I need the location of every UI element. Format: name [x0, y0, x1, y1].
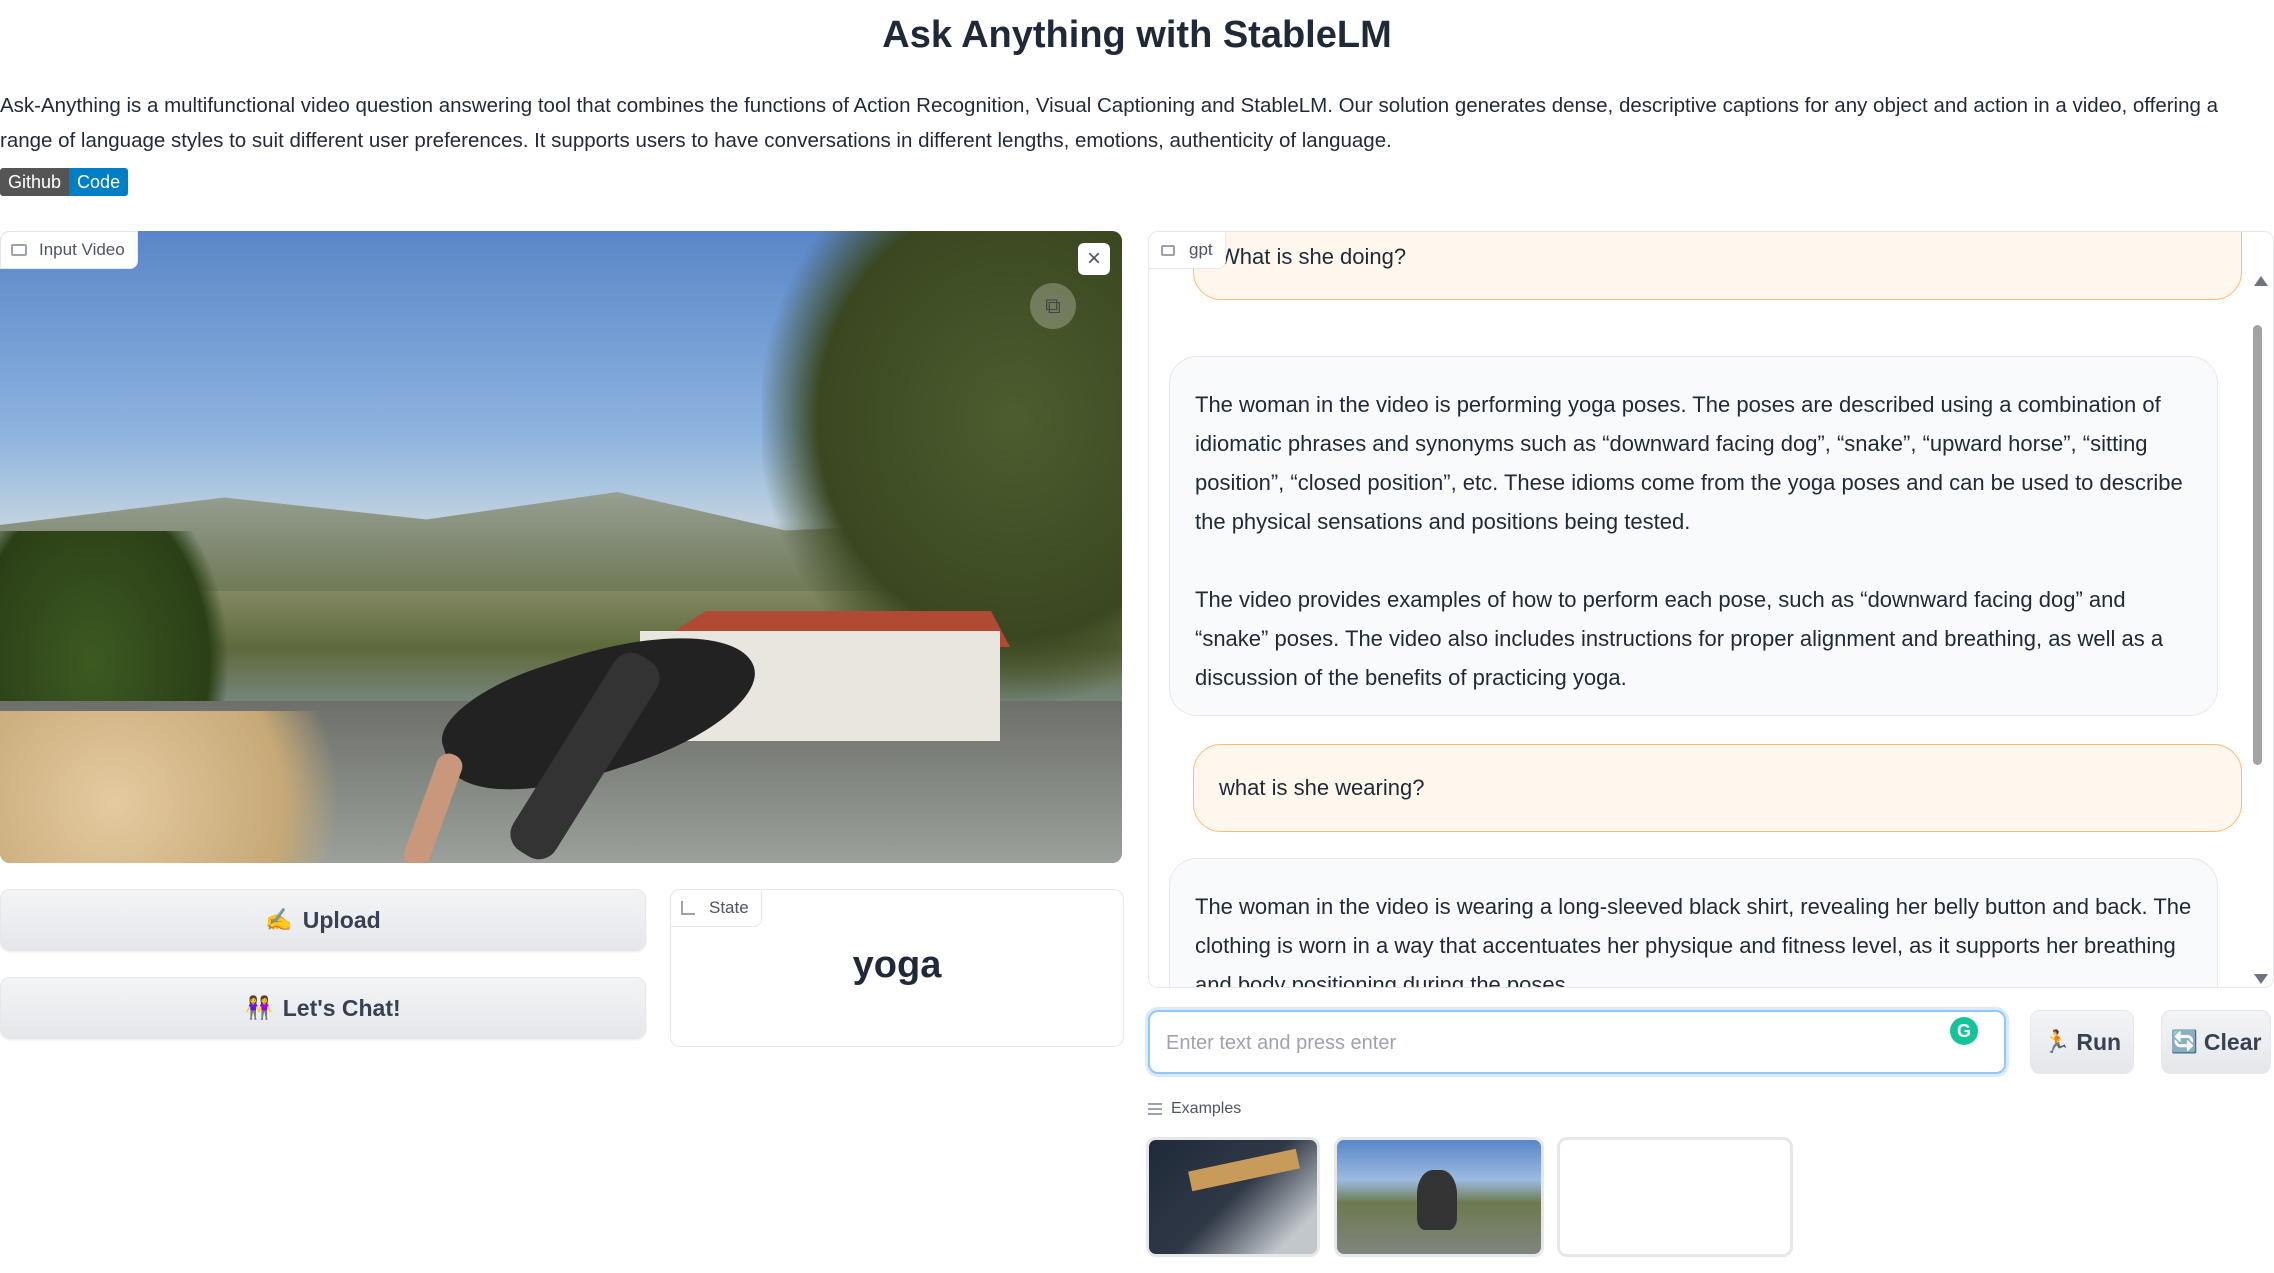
examples-label-text: Examples: [1171, 1100, 1242, 1117]
input-video-label-text: Input Video: [39, 240, 125, 259]
chat-input[interactable]: [1164, 1012, 1928, 1074]
upload-button-label: Upload: [302, 906, 381, 933]
chatbot-label: gpt: [1149, 232, 1226, 269]
chat-scrollbar[interactable]: [2253, 325, 2262, 765]
lets-chat-button[interactable]: 👭 Let's Chat!: [0, 977, 646, 1039]
video-camera-icon: [11, 244, 27, 256]
chat-icon: [1161, 244, 1175, 256]
picture-in-picture-icon[interactable]: ⧉: [1030, 283, 1076, 329]
list-icon: [1148, 1103, 1162, 1115]
chat-message-user: What is she doing?: [1193, 232, 2242, 300]
chatbot-panel[interactable]: gpt What is she doing? The woman in the …: [1148, 231, 2274, 988]
chat-message-text: The woman in the video is performing yog…: [1195, 392, 2183, 534]
clear-button[interactable]: 🔄 Clear: [2161, 1010, 2271, 1074]
example-thumbnail-empty[interactable]: [1557, 1137, 1793, 1257]
chat-input-box[interactable]: [1148, 1010, 2006, 1074]
chat-message-bot: The woman in the video is wearing a long…: [1169, 858, 2218, 988]
run-button[interactable]: 🏃 Run: [2030, 1010, 2134, 1074]
lets-chat-button-label: Let's Chat!: [282, 994, 401, 1021]
clear-button-label: Clear: [2203, 1028, 2262, 1055]
badge-left: Github: [0, 168, 70, 196]
run-button-label: Run: [2076, 1028, 2122, 1055]
state-label: State: [671, 890, 762, 927]
refresh-icon: 🔄: [2170, 1029, 2198, 1054]
state-box: State yoga: [670, 889, 1124, 1047]
chat-message-user: what is she wearing?: [1193, 744, 2242, 832]
writing-hand-icon: ✍️: [265, 907, 293, 932]
state-value: yoga: [852, 944, 942, 986]
grammarly-icon[interactable]: G: [1950, 1017, 1978, 1045]
runner-icon: 🏃: [2042, 1029, 2071, 1054]
page-title: Ask Anything with StableLM: [882, 14, 1392, 56]
scroll-down-arrow-icon[interactable]: [2254, 974, 2268, 984]
github-code-badge[interactable]: Github Code: [0, 168, 129, 196]
chatbot-label-text: gpt: [1189, 240, 1213, 259]
chat-message-text: The woman in the video is wearing a long…: [1195, 894, 2192, 988]
upload-button[interactable]: ✍️ Upload: [0, 889, 646, 951]
input-video-player[interactable]: [0, 231, 1122, 863]
input-video-label: Input Video: [0, 231, 138, 269]
chat-message-text: The video provides examples of how to pe…: [1195, 587, 2164, 690]
examples-label: Examples: [1148, 1100, 1241, 1118]
people-icon: 👭: [245, 995, 273, 1020]
chat-message-text: what is she wearing?: [1219, 775, 1425, 800]
example-thumbnail-yoga[interactable]: [1334, 1137, 1544, 1257]
close-icon[interactable]: ×: [1078, 243, 1110, 275]
scroll-up-arrow-icon[interactable]: [2254, 276, 2268, 286]
chart-icon: [681, 901, 695, 915]
chat-message-bot: The woman in the video is performing yog…: [1169, 356, 2218, 716]
badge-right: Code: [69, 168, 129, 196]
video-scene-roof-tiles: [0, 711, 380, 863]
example-thumbnail-guitar[interactable]: [1146, 1137, 1320, 1257]
state-label-text: State: [709, 898, 749, 917]
page-description: Ask-Anything is a multifunctional video …: [0, 94, 2218, 152]
chat-message-text: What is she doing?: [1219, 244, 1407, 269]
